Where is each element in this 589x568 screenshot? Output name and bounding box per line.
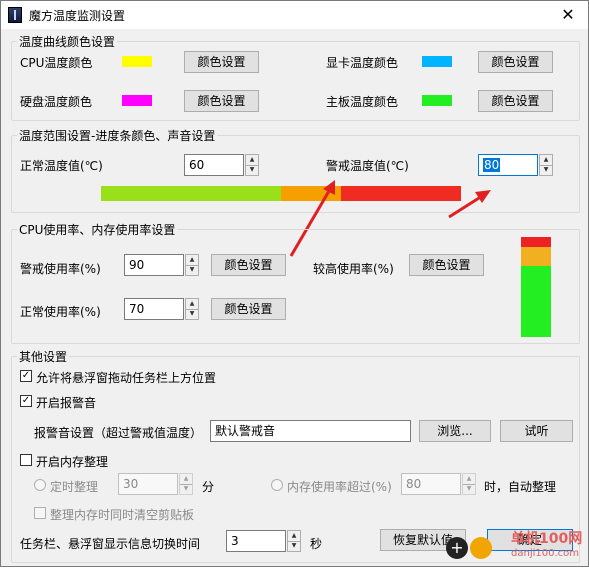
normal-usage-arrows[interactable]: ▲ ▼ bbox=[185, 298, 199, 320]
usage-group-title: CPU使用率、内存使用率设置 bbox=[17, 221, 178, 238]
warn-usage-label: 警戒使用率(%) bbox=[20, 262, 101, 276]
arrow-to-warn-input bbox=[448, 190, 491, 219]
alarm-label[interactable]: 开启报警音 bbox=[36, 394, 96, 411]
usage-bar-mid bbox=[521, 247, 551, 266]
warn-usage-input[interactable]: 90 bbox=[124, 254, 184, 276]
mem-over-radio[interactable] bbox=[271, 479, 283, 491]
normal-usage-color-button[interactable]: 颜色设置 bbox=[211, 298, 286, 320]
normal-usage-input[interactable]: 70 bbox=[124, 298, 184, 320]
test-button[interactable]: 试听 bbox=[500, 420, 573, 442]
mem-over-label[interactable]: 内存使用率超过(%) bbox=[287, 478, 392, 495]
mem-over-spinner[interactable]: 80 ▲ ▼ bbox=[401, 473, 477, 495]
timed-clean-input[interactable]: 30 bbox=[118, 473, 178, 495]
normal-usage-label: 正常使用率(%) bbox=[20, 305, 101, 319]
minute-unit: 分 bbox=[202, 480, 215, 494]
second-unit: 秒 bbox=[310, 537, 323, 551]
alarm-sound-label: 报警音设置（超过警戒值温度） bbox=[34, 426, 203, 440]
usage-bar-top bbox=[521, 237, 551, 247]
timed-clean-label[interactable]: 定时整理 bbox=[50, 478, 98, 495]
switch-time-arrows[interactable]: ▲ ▼ bbox=[287, 530, 301, 552]
alarm-sound-field[interactable]: 默认警戒音 bbox=[210, 420, 411, 442]
clear-clipboard-checkbox[interactable] bbox=[34, 507, 46, 519]
allow-drag-label[interactable]: 允许将悬浮窗拖动任务栏上方位置 bbox=[36, 369, 216, 386]
spin-down-icon[interactable]: ▼ bbox=[288, 541, 300, 551]
switch-time-spinner[interactable]: 3 ▲ ▼ bbox=[226, 530, 302, 552]
timed-clean-radio[interactable] bbox=[34, 479, 46, 491]
spin-down-icon[interactable]: ▼ bbox=[463, 484, 475, 494]
normal-usage-spinner[interactable]: 70 ▲ ▼ bbox=[124, 298, 200, 320]
settings-window: 魔方温度监测设置 ✕ 温度曲线颜色设置 CPU温度颜色 颜色设置 显卡温度颜色 … bbox=[0, 0, 589, 567]
watermark-text: 单机100网 bbox=[511, 531, 583, 547]
switch-time-input[interactable]: 3 bbox=[226, 530, 286, 552]
browse-button[interactable]: 浏览... bbox=[419, 420, 491, 442]
timed-clean-spinner[interactable]: 30 ▲ ▼ bbox=[118, 473, 194, 495]
auto-clean-label: 时，自动整理 bbox=[484, 480, 557, 494]
warn-usage-arrows[interactable]: ▲ ▼ bbox=[185, 254, 199, 276]
timed-clean-arrows[interactable]: ▲ ▼ bbox=[179, 473, 193, 495]
mem-clean-checkbox[interactable] bbox=[20, 454, 32, 466]
switch-time-label: 任务栏、悬浮窗显示信息切换时间 bbox=[20, 537, 201, 551]
warn-usage-color-button[interactable]: 颜色设置 bbox=[211, 254, 286, 276]
spin-down-icon[interactable]: ▼ bbox=[186, 309, 198, 319]
high-usage-color-button[interactable]: 颜色设置 bbox=[409, 254, 484, 276]
clear-clipboard-label[interactable]: 整理内存时同时清空剪贴板 bbox=[50, 506, 194, 523]
mem-over-input[interactable]: 80 bbox=[401, 473, 461, 495]
spin-down-icon[interactable]: ▼ bbox=[186, 265, 198, 275]
usage-group bbox=[11, 229, 580, 344]
watermark-logo: + bbox=[446, 535, 506, 563]
spin-down-icon[interactable]: ▼ bbox=[180, 484, 192, 494]
high-usage-label: 较高使用率(%) bbox=[313, 262, 394, 276]
allow-drag-checkbox[interactable]: ✓ bbox=[20, 370, 32, 382]
mem-clean-label[interactable]: 开启内存整理 bbox=[36, 453, 108, 470]
watermark-url: danji100.com bbox=[511, 548, 579, 559]
usage-bar-bottom bbox=[521, 266, 551, 337]
other-group-title: 其他设置 bbox=[17, 348, 70, 365]
mem-over-arrows[interactable]: ▲ ▼ bbox=[462, 473, 476, 495]
warn-usage-spinner[interactable]: 90 ▲ ▼ bbox=[124, 254, 200, 276]
alarm-checkbox[interactable]: ✓ bbox=[20, 395, 32, 407]
